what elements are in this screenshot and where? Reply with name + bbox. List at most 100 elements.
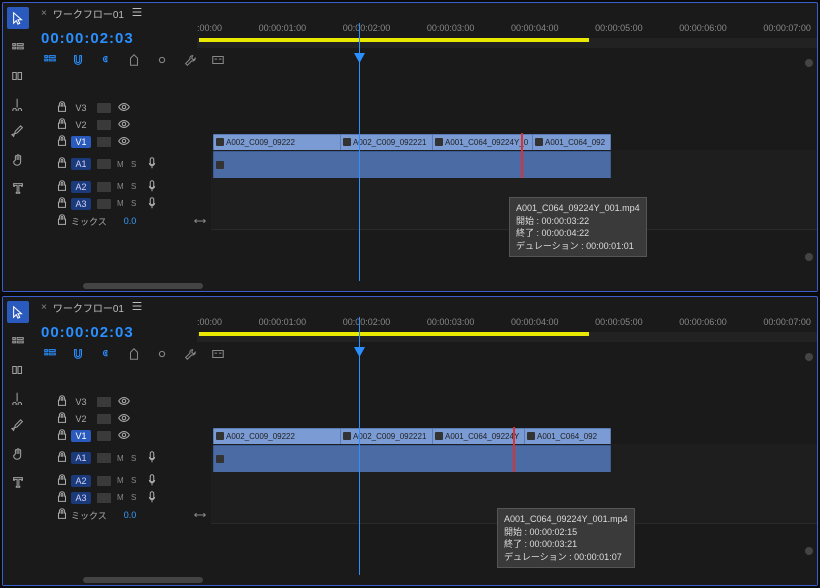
sequence-tab[interactable]: ×ワークフロー01: [33, 297, 817, 317]
solo-button[interactable]: S: [131, 454, 139, 463]
video-clip[interactable]: A002_C009_092221: [340, 428, 434, 445]
track-body[interactable]: A002_C009_09222A002_C009_092221A001_C064…: [211, 427, 817, 445]
edit-point[interactable]: [521, 133, 523, 150]
scroll-handle[interactable]: [805, 353, 813, 361]
track-toggle[interactable]: [97, 159, 111, 169]
mute-button[interactable]: M: [117, 182, 125, 191]
track-label[interactable]: V3: [71, 103, 91, 113]
lock-icon[interactable]: [55, 196, 65, 212]
eye-icon[interactable]: [117, 394, 127, 410]
track-body[interactable]: [211, 99, 817, 117]
track-toggle[interactable]: [97, 453, 111, 463]
eye-icon[interactable]: [117, 411, 127, 427]
playhead[interactable]: [359, 23, 360, 281]
snap-toggle[interactable]: [71, 53, 85, 70]
video-clip[interactable]: A001_C064_092: [524, 428, 611, 445]
lock-icon[interactable]: [55, 507, 65, 523]
lock-icon[interactable]: [55, 179, 65, 195]
work-area-bar[interactable]: [199, 38, 589, 42]
track-label[interactable]: A1: [71, 158, 91, 170]
audio-clip[interactable]: [213, 151, 611, 179]
track-toggle[interactable]: [97, 137, 111, 147]
lock-icon[interactable]: [55, 428, 65, 444]
track-toggle[interactable]: [97, 493, 111, 503]
scroll-handle[interactable]: [805, 253, 813, 261]
tool-ripple[interactable]: [9, 67, 27, 85]
time-ruler[interactable]: :00:0000:00:01:0000:00:02:0000:00:03:000…: [197, 23, 817, 53]
settings-button[interactable]: [155, 347, 169, 364]
menu-icon[interactable]: [130, 5, 144, 22]
tool-pen[interactable]: [9, 123, 27, 141]
track-body[interactable]: [211, 178, 817, 196]
tool-cursor[interactable]: [7, 7, 29, 29]
audio-clip[interactable]: [213, 445, 611, 473]
settings-button[interactable]: [155, 53, 169, 70]
track-body[interactable]: [211, 444, 817, 473]
track-body[interactable]: [211, 472, 817, 490]
video-clip[interactable]: A001_C064_09224Y_0: [432, 134, 534, 151]
link-toggle[interactable]: [99, 347, 113, 364]
track-body[interactable]: [211, 489, 817, 507]
video-clip[interactable]: A002_C009_09222: [213, 428, 342, 445]
track-toggle[interactable]: [97, 120, 111, 130]
video-clip[interactable]: A001_C064_092: [532, 134, 611, 151]
cc-button[interactable]: [211, 53, 225, 70]
wrench-button[interactable]: [183, 347, 197, 364]
mute-button[interactable]: M: [117, 199, 125, 208]
arrows-icon[interactable]: [193, 214, 203, 231]
track-body[interactable]: A002_C009_09222A002_C009_092221A001_C064…: [211, 133, 817, 151]
tool-hand[interactable]: [9, 445, 27, 463]
tool-hand[interactable]: [9, 151, 27, 169]
tool-pen[interactable]: [9, 417, 27, 435]
track-label[interactable]: V1: [71, 430, 91, 442]
track-toggle[interactable]: [97, 431, 111, 441]
track-label[interactable]: V2: [71, 414, 91, 424]
track-toggle[interactable]: [97, 182, 111, 192]
tool-razor[interactable]: [9, 389, 27, 407]
menu-icon[interactable]: [130, 299, 144, 316]
tool-cursor[interactable]: [7, 301, 29, 323]
nest-icon[interactable]: [43, 347, 57, 364]
close-icon[interactable]: ×: [41, 302, 47, 313]
tool-ripple[interactable]: [9, 361, 27, 379]
wrench-button[interactable]: [183, 53, 197, 70]
tool-type[interactable]: [9, 473, 27, 491]
eye-icon[interactable]: [117, 100, 127, 116]
marker-button[interactable]: [127, 347, 141, 364]
track-label[interactable]: A2: [71, 181, 91, 193]
edit-point[interactable]: [513, 444, 515, 472]
horizontal-scrollbar[interactable]: [33, 575, 817, 585]
mute-button[interactable]: M: [117, 160, 125, 169]
eye-icon[interactable]: [117, 134, 127, 150]
playhead[interactable]: [359, 317, 360, 575]
video-clip[interactable]: A001_C064_09224Y: [432, 428, 526, 445]
track-toggle[interactable]: [97, 199, 111, 209]
lock-icon[interactable]: [55, 490, 65, 506]
solo-button[interactable]: S: [131, 199, 139, 208]
solo-button[interactable]: S: [131, 493, 139, 502]
track-label[interactable]: A3: [71, 492, 91, 504]
arrows-icon[interactable]: [193, 508, 203, 525]
lock-icon[interactable]: [55, 213, 65, 229]
track-label[interactable]: V1: [71, 136, 91, 148]
scroll-handle[interactable]: [805, 59, 813, 67]
solo-button[interactable]: S: [131, 160, 139, 169]
lock-icon[interactable]: [55, 394, 65, 410]
tool-type[interactable]: [9, 179, 27, 197]
track-body[interactable]: [211, 410, 817, 428]
current-timecode[interactable]: 00:00:02:03: [41, 324, 134, 341]
track-label[interactable]: V2: [71, 120, 91, 130]
scrollbar-thumb[interactable]: [83, 577, 203, 583]
lock-icon[interactable]: [55, 117, 65, 133]
track-body[interactable]: [211, 116, 817, 134]
lock-icon[interactable]: [55, 134, 65, 150]
track-toggle[interactable]: [97, 397, 111, 407]
eye-icon[interactable]: [117, 428, 127, 444]
close-icon[interactable]: ×: [41, 8, 47, 19]
edit-point[interactable]: [521, 150, 523, 178]
track-label[interactable]: A2: [71, 475, 91, 487]
track-label[interactable]: A1: [71, 452, 91, 464]
eye-icon[interactable]: [117, 117, 127, 133]
mic-icon[interactable]: [145, 196, 155, 212]
scrollbar-thumb[interactable]: [83, 283, 203, 289]
